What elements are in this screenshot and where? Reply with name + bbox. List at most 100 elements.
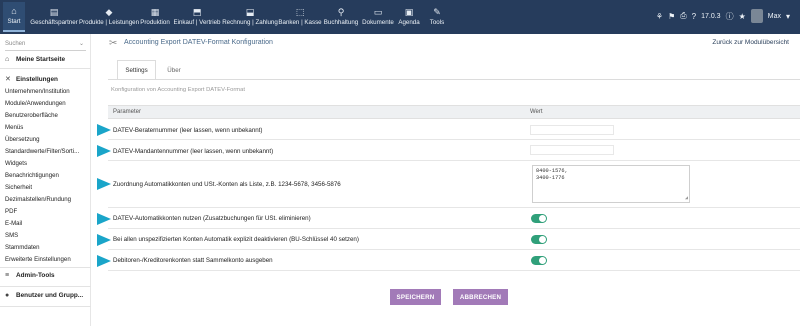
divider bbox=[0, 68, 91, 69]
calendar-icon: ▣ bbox=[404, 7, 414, 17]
divider bbox=[0, 267, 91, 268]
account-mapping-textarea[interactable]: 8400-1576, 3400-1776 ◢ bbox=[532, 165, 690, 203]
sidebar-item-master-data[interactable]: Stammdaten bbox=[5, 244, 40, 251]
print-icon[interactable]: ⎙ bbox=[680, 11, 686, 21]
sidebar-section-label: Einstellungen bbox=[16, 75, 58, 83]
textarea-value: 8400-1576, 3400-1776 bbox=[536, 168, 568, 181]
top-navigation-bar: ⌂ Start ▤ Geschäftspartner ◆ Produkte | … bbox=[0, 0, 800, 34]
avatar[interactable] bbox=[750, 9, 763, 23]
sidebar-item-widgets[interactable]: Widgets bbox=[5, 160, 27, 167]
chevron-down-icon[interactable]: ▾ bbox=[786, 12, 790, 21]
arrow-pointer-icon bbox=[97, 178, 111, 190]
menu-label: Rechnung | Zahlung bbox=[222, 19, 278, 26]
sidebar-section-users-groups[interactable]: ● Benutzer und Grupp... bbox=[5, 292, 83, 299]
menu-label: Buchhaltung bbox=[323, 19, 359, 26]
sidebar-section-admin-tools[interactable]: ≡ Admin-Tools bbox=[5, 272, 55, 279]
sidebar-item-notifications[interactable]: Benachrichtigungen bbox=[5, 172, 59, 179]
column-header-value: Wert bbox=[530, 109, 543, 115]
arrow-pointer-icon bbox=[97, 255, 111, 267]
back-to-modules-link[interactable]: Zurück zur Modulübersicht bbox=[712, 39, 789, 46]
column-header-parameter: Parameter bbox=[113, 109, 142, 115]
info-icon[interactable]: ⓘ bbox=[726, 11, 734, 22]
sidebar-item-translation[interactable]: Übersetzung bbox=[5, 136, 40, 143]
sidebar-section-settings[interactable]: ✕ Einstellungen bbox=[5, 75, 58, 84]
sidebar-item-ui[interactable]: Benutzeroberfläche bbox=[5, 112, 58, 119]
wrench-icon: ✕ bbox=[5, 76, 11, 83]
star-icon[interactable]: ★ bbox=[739, 12, 746, 21]
version-label: 17.0.3 bbox=[701, 12, 721, 20]
main-content: ✂ Accounting Export DATEV-Format Konfigu… bbox=[91, 34, 800, 326]
user-name[interactable]: Max bbox=[768, 13, 781, 20]
menu-label: Start bbox=[7, 18, 21, 25]
divider bbox=[0, 306, 91, 307]
sidebar-section-label: Benutzer und Grupp... bbox=[16, 292, 84, 299]
param-label: DATEV-Mandantennummer (leer lassen, wenn… bbox=[113, 148, 274, 155]
automatic-accounts-toggle[interactable] bbox=[531, 214, 547, 223]
sidebar-item-sms[interactable]: SMS bbox=[5, 232, 18, 239]
menu-rechnung[interactable]: ⬓ Rechnung | Zahlung bbox=[222, 2, 278, 32]
menu-start[interactable]: ⌂ Start bbox=[3, 2, 25, 32]
cubes-icon: ▦ bbox=[150, 7, 160, 17]
hierarchy-icon[interactable]: ⚘ bbox=[656, 12, 663, 21]
tab-settings[interactable]: Settings bbox=[117, 60, 156, 80]
sidebar-item-decimals[interactable]: Dezimalstellen/Rundung bbox=[5, 196, 71, 203]
toggle-knob bbox=[539, 257, 546, 264]
param-label: Debitoren-/Kreditorenkonten statt Sammel… bbox=[113, 257, 273, 264]
help-icon[interactable]: ? bbox=[692, 12, 696, 21]
sidebar-item-pdf[interactable]: PDF bbox=[5, 208, 17, 215]
sidebar-item-company[interactable]: Unternehmen/Institution bbox=[5, 88, 70, 95]
sidebar-item-security[interactable]: Sicherheit bbox=[5, 184, 32, 191]
arrow-pointer-icon bbox=[97, 213, 111, 225]
building-icon: ▤ bbox=[49, 7, 59, 17]
document-icon: ▭ bbox=[373, 7, 383, 17]
bank-icon: ⬚ bbox=[295, 7, 305, 17]
menu-label: Produktion bbox=[140, 19, 170, 26]
table-row: DATEV-Beraternummer (leer lassen, wenn u… bbox=[97, 120, 800, 140]
datev-consultant-number-input[interactable] bbox=[530, 125, 614, 135]
menu-produkte[interactable]: ◆ Produkte | Leistungen bbox=[79, 2, 139, 32]
sidebar-item-advanced[interactable]: Erweiterte Einstellungen bbox=[5, 256, 71, 263]
menu-banken[interactable]: ⬚ Banken | Kasse bbox=[278, 2, 322, 32]
param-label: DATEV-Beraternummer (leer lassen, wenn u… bbox=[113, 127, 263, 134]
page-title: Accounting Export DATEV-Format Konfigura… bbox=[124, 39, 273, 46]
tab-about[interactable]: Über bbox=[164, 60, 184, 80]
debtor-creditor-accounts-toggle[interactable] bbox=[531, 256, 547, 265]
table-row: Bei allen unspezifizierten Konten Automa… bbox=[97, 229, 800, 250]
save-button[interactable]: SPEICHERN bbox=[390, 289, 441, 305]
sidebar-search-input[interactable]: Suchen ⌄ bbox=[5, 39, 86, 51]
sidebar: Suchen ⌄ ⌂ Meine Startseite ✕ Einstellun… bbox=[0, 34, 91, 326]
search-placeholder: Suchen bbox=[5, 41, 26, 47]
invoice-icon: ⬓ bbox=[245, 7, 255, 17]
cancel-button[interactable]: ABBRECHEN bbox=[453, 289, 508, 305]
datev-client-number-input[interactable] bbox=[530, 145, 614, 155]
menu-einkauf[interactable]: ⬒ Einkauf | Vertrieb bbox=[173, 2, 221, 32]
sidebar-item-email[interactable]: E-Mail bbox=[5, 220, 22, 227]
resize-handle-icon[interactable]: ◢ bbox=[685, 195, 688, 202]
sidebar-item-menus[interactable]: Menüs bbox=[5, 124, 23, 131]
sidebar-item-defaults[interactable]: Standardwerte/Filter/Sorti... bbox=[5, 148, 79, 155]
sidebar-item-modules[interactable]: Module/Anwendungen bbox=[5, 100, 66, 107]
menu-buchhaltung[interactable]: ⚲ Buchhaltung bbox=[324, 2, 358, 32]
arrow-pointer-icon bbox=[97, 124, 111, 136]
arrow-pointer-icon bbox=[97, 145, 111, 157]
menu-produktion[interactable]: ▦ Produktion bbox=[140, 2, 170, 32]
sidebar-item-home[interactable]: ⌂ Meine Startseite bbox=[5, 56, 65, 63]
param-label: Zuordnung Automatikkonten und USt.-Konte… bbox=[113, 181, 341, 188]
menu-label: Dokumente bbox=[362, 19, 394, 26]
menu-dokumente[interactable]: ▭ Dokumente bbox=[361, 2, 395, 32]
chevron-down-icon: ⌄ bbox=[78, 41, 84, 47]
sidebar-section-label: Admin-Tools bbox=[16, 272, 55, 279]
home-icon: ⌂ bbox=[5, 56, 10, 63]
toggle-knob bbox=[539, 236, 546, 243]
cube-icon: ◆ bbox=[105, 7, 113, 17]
menu-label: Einkauf | Vertrieb bbox=[173, 19, 221, 26]
arrow-pointer-icon bbox=[97, 234, 111, 246]
tools-icon: ✂ bbox=[109, 38, 118, 49]
bookmark-icon[interactable]: ⚑ bbox=[668, 12, 675, 21]
disable-automatic-toggle[interactable] bbox=[531, 235, 547, 244]
table-row: DATEV-Automatikkonten nutzen (Zusatzbuch… bbox=[97, 208, 800, 229]
menu-geschaeftspartner[interactable]: ▤ Geschäftspartner bbox=[30, 2, 78, 32]
menu-tools[interactable]: ✎ Tools bbox=[427, 2, 447, 32]
menu-agenda[interactable]: ▣ Agenda bbox=[397, 2, 421, 32]
list-icon: ≡ bbox=[5, 272, 10, 279]
